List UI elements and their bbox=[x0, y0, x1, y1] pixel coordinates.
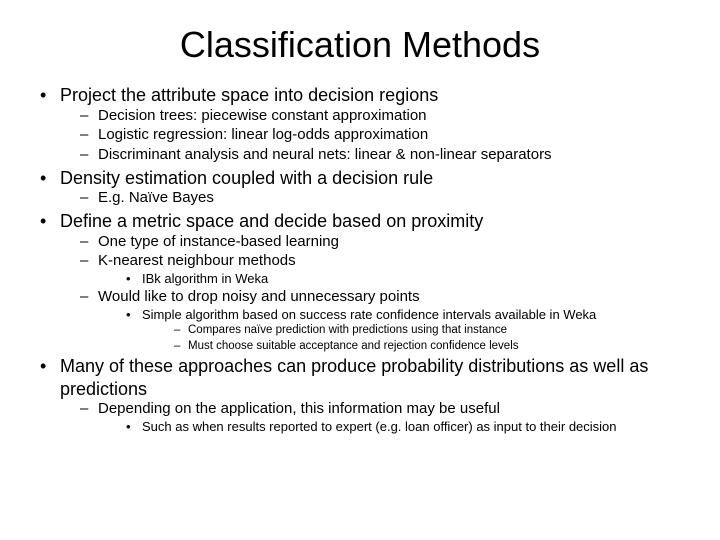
sub-text: E.g. Naïve Bayes bbox=[98, 189, 214, 206]
sub-list: One type of instance-based learning K-ne… bbox=[60, 233, 684, 354]
sub-sub-item: Such as when results reported to expert … bbox=[122, 419, 684, 435]
deep-item: Compares naïve prediction with predictio… bbox=[170, 323, 684, 337]
slide: Classification Methods Project the attri… bbox=[0, 0, 720, 540]
sub-sub-text: Simple algorithm based on success rate c… bbox=[142, 307, 596, 322]
sub-text: Decision trees: piecewise constant appro… bbox=[98, 107, 427, 124]
sub-item: K-nearest neighbour methods IBk algorith… bbox=[76, 252, 684, 287]
bullet-text: Density estimation coupled with a decisi… bbox=[60, 168, 433, 188]
sub-text: Discriminant analysis and neural nets: l… bbox=[98, 146, 552, 163]
sub-item: E.g. Naïve Bayes bbox=[76, 189, 684, 208]
bullet-2: Density estimation coupled with a decisi… bbox=[36, 167, 684, 208]
sub-sub-item: Simple algorithm based on success rate c… bbox=[122, 307, 684, 353]
sub-item: Discriminant analysis and neural nets: l… bbox=[76, 146, 684, 165]
sub-text: One type of instance-based learning bbox=[98, 233, 339, 250]
bullet-text: Define a metric space and decide based o… bbox=[60, 211, 483, 231]
sub-item: Logistic regression: linear log-odds app… bbox=[76, 126, 684, 145]
sub-item: Depending on the application, this infor… bbox=[76, 400, 684, 435]
sub-sub-text: Such as when results reported to expert … bbox=[142, 419, 617, 434]
sub-text: Depending on the application, this infor… bbox=[98, 400, 500, 417]
sub-list: Depending on the application, this infor… bbox=[60, 400, 684, 435]
bullet-3: Define a metric space and decide based o… bbox=[36, 210, 684, 353]
bullet-text: Project the attribute space into decisio… bbox=[60, 85, 438, 105]
sub-text: Logistic regression: linear log-odds app… bbox=[98, 126, 428, 143]
bullet-1: Project the attribute space into decisio… bbox=[36, 84, 684, 165]
sub-item: Would like to drop noisy and unnecessary… bbox=[76, 288, 684, 353]
sub-sub-list: IBk algorithm in Weka bbox=[98, 271, 684, 287]
deep-item: Must choose suitable acceptance and reje… bbox=[170, 339, 684, 353]
deep-text: Compares naïve prediction with predictio… bbox=[188, 324, 507, 336]
sub-sub-text: IBk algorithm in Weka bbox=[142, 271, 268, 286]
bullet-list: Project the attribute space into decisio… bbox=[36, 84, 684, 435]
slide-title: Classification Methods bbox=[36, 24, 684, 66]
sub-list: E.g. Naïve Bayes bbox=[60, 189, 684, 208]
deep-list: Compares naïve prediction with predictio… bbox=[142, 323, 684, 353]
deep-text: Must choose suitable acceptance and reje… bbox=[188, 340, 519, 352]
sub-item: Decision trees: piecewise constant appro… bbox=[76, 107, 684, 126]
bullet-text: Many of these approaches can produce pro… bbox=[60, 356, 648, 399]
sub-list: Decision trees: piecewise constant appro… bbox=[60, 107, 684, 165]
sub-sub-list: Simple algorithm based on success rate c… bbox=[98, 307, 684, 353]
sub-text: K-nearest neighbour methods bbox=[98, 252, 296, 269]
sub-text: Would like to drop noisy and unnecessary… bbox=[98, 288, 420, 305]
bullet-4: Many of these approaches can produce pro… bbox=[36, 355, 684, 435]
sub-item: One type of instance-based learning bbox=[76, 233, 684, 252]
sub-sub-item: IBk algorithm in Weka bbox=[122, 271, 684, 287]
sub-sub-list: Such as when results reported to expert … bbox=[98, 419, 684, 435]
